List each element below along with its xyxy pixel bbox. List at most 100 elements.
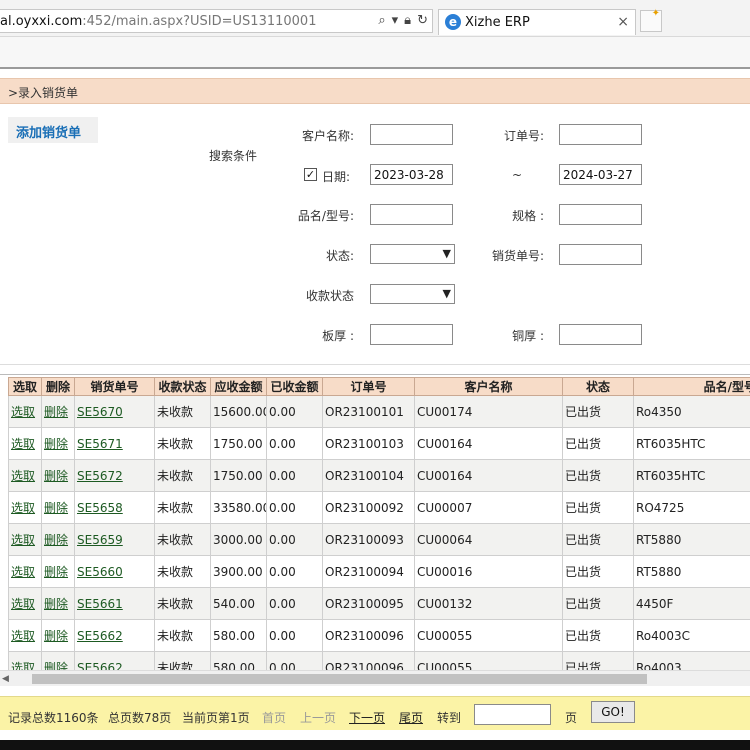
table-cell: CU00164 bbox=[414, 459, 563, 492]
select-link[interactable]: 选取 bbox=[11, 629, 35, 643]
spec-input[interactable] bbox=[559, 204, 642, 225]
sale-no-input[interactable] bbox=[559, 244, 642, 265]
column-header: 应收金额 bbox=[210, 377, 267, 396]
customer-input[interactable] bbox=[370, 124, 453, 145]
copper-input[interactable] bbox=[559, 324, 642, 345]
amount-due-cell: 580.00 bbox=[213, 660, 255, 671]
select-link[interactable]: 选取 bbox=[11, 501, 35, 515]
table-cell: 选取 bbox=[8, 427, 42, 460]
goto-label: 转到 bbox=[437, 711, 462, 725]
table-cell: OR23100093 bbox=[322, 523, 415, 556]
delete-link[interactable]: 删除 bbox=[44, 629, 68, 643]
sale-no-link[interactable]: SE5662 bbox=[77, 629, 123, 643]
status-cell: 已出货 bbox=[565, 405, 602, 419]
column-header: 品名/型号 bbox=[633, 377, 750, 396]
table-cell: 1750.00 bbox=[210, 459, 267, 492]
select-link[interactable]: 选取 bbox=[11, 405, 35, 419]
status-label: 状态: bbox=[325, 249, 354, 263]
table-cell: 0.00 bbox=[266, 427, 323, 460]
customer-cell: CU00064 bbox=[417, 532, 473, 547]
select-link[interactable]: 选取 bbox=[11, 437, 35, 451]
customer-cell: CU00164 bbox=[417, 468, 473, 483]
go-button[interactable]: GO! bbox=[591, 701, 635, 723]
address-bar[interactable]: al.oyxxi.com:452/main.aspx?USID=US131100… bbox=[0, 9, 433, 33]
record-total: 记录总数1160条 bbox=[8, 711, 99, 725]
table-cell: OR23100094 bbox=[322, 555, 415, 588]
delete-link[interactable]: 删除 bbox=[44, 469, 68, 483]
table-cell: 未收款 bbox=[154, 427, 211, 460]
last-page-link[interactable]: 尾页 bbox=[399, 709, 423, 726]
status-cell: 已出货 bbox=[565, 501, 602, 515]
table-cell: OR23100103 bbox=[322, 427, 415, 460]
table-cell: 已出货 bbox=[562, 395, 634, 428]
product-cell: 4450F bbox=[636, 596, 674, 611]
delete-link[interactable]: 删除 bbox=[44, 437, 68, 451]
select-link[interactable]: 选取 bbox=[11, 533, 35, 547]
table-cell: RT5880 bbox=[633, 523, 750, 556]
sales-table: 选取删除销货单号收款状态应收金额已收金额订单号客户名称状态品名/型号 选取删除S… bbox=[8, 377, 750, 670]
amount-received-cell: 0.00 bbox=[269, 564, 296, 579]
goto-page-input[interactable] bbox=[474, 704, 551, 725]
select-link[interactable]: 选取 bbox=[11, 565, 35, 579]
thickness-input[interactable] bbox=[370, 324, 453, 345]
add-sales-order-button[interactable]: 添加销货单 bbox=[8, 117, 98, 143]
pay-status-select[interactable]: ▼ bbox=[370, 284, 455, 304]
sale-no-link[interactable]: SE5661 bbox=[77, 597, 123, 611]
order-no-cell: OR23100095 bbox=[325, 596, 404, 611]
table-cell: 未收款 bbox=[154, 459, 211, 492]
table-cell: 15600.00 bbox=[210, 395, 267, 428]
table-row: 选取 删除 SE5662 未收款 580.00 0.00 OR23100096 CU00055… bbox=[8, 651, 750, 671]
delete-link[interactable]: 删除 bbox=[44, 405, 68, 419]
delete-link[interactable]: 删除 bbox=[44, 597, 68, 611]
table-cell: 选取 bbox=[8, 491, 42, 524]
amount-due-cell: 1750.00 bbox=[213, 468, 263, 483]
product-label: 品名/型号: bbox=[297, 209, 354, 223]
scrollbar-thumb[interactable] bbox=[32, 674, 647, 684]
table-cell: 删除 bbox=[41, 491, 75, 524]
sale-no-link[interactable]: SE5662 bbox=[77, 661, 123, 671]
table-cell: 0.00 bbox=[266, 651, 323, 670]
sale-no-link[interactable]: SE5670 bbox=[77, 405, 123, 419]
sale-no-link[interactable]: SE5659 bbox=[77, 533, 123, 547]
sale-no-link[interactable]: SE5660 bbox=[77, 565, 123, 579]
date-from-input[interactable] bbox=[370, 164, 453, 185]
delete-link[interactable]: 删除 bbox=[44, 533, 68, 547]
new-tab-button[interactable]: ✦ bbox=[640, 8, 662, 32]
close-icon[interactable]: × bbox=[617, 14, 629, 30]
order-input[interactable] bbox=[559, 124, 642, 145]
browser-chrome: al.oyxxi.com:452/main.aspx?USID=US131100… bbox=[0, 0, 750, 37]
table-cell: 未收款 bbox=[154, 651, 211, 670]
product-input[interactable] bbox=[370, 204, 453, 225]
status-select[interactable]: ▼ bbox=[370, 244, 455, 264]
table-cell: SE5662 bbox=[74, 651, 155, 671]
delete-link[interactable]: 删除 bbox=[44, 565, 68, 579]
address-host: al.oyxxi.com bbox=[0, 14, 83, 29]
refresh-icon[interactable]: ↻ bbox=[417, 12, 428, 30]
search-icon[interactable]: ⌕ bbox=[378, 12, 385, 30]
sale-no-link[interactable]: SE5672 bbox=[77, 469, 123, 483]
select-link[interactable]: 选取 bbox=[11, 597, 35, 611]
sale-no-link[interactable]: SE5671 bbox=[77, 437, 123, 451]
table-cell: CU00132 bbox=[414, 587, 563, 620]
select-link[interactable]: 选取 bbox=[11, 661, 35, 670]
amount-received-cell: 0.00 bbox=[269, 436, 296, 451]
delete-link[interactable]: 删除 bbox=[44, 501, 68, 515]
sale-no-link[interactable]: SE5658 bbox=[77, 501, 123, 515]
select-link[interactable]: 选取 bbox=[11, 469, 35, 483]
dropdown-icon[interactable]: ▾ bbox=[392, 12, 399, 30]
address-path: :452/main.aspx?USID=US13110001 bbox=[82, 14, 317, 29]
next-page-link[interactable]: 下一页 bbox=[349, 709, 385, 726]
date-to-input[interactable] bbox=[559, 164, 642, 185]
date-checkbox[interactable]: ✓ bbox=[304, 168, 317, 181]
ie-icon: e bbox=[445, 14, 461, 30]
delete-link[interactable]: 删除 bbox=[44, 661, 68, 670]
prev-page-link[interactable]: 上一页 bbox=[300, 709, 336, 726]
horizontal-scrollbar[interactable]: ◀ bbox=[0, 670, 750, 686]
browser-toolbar bbox=[0, 37, 750, 69]
order-no-cell: OR23100096 bbox=[325, 660, 404, 671]
first-page-link[interactable]: 首页 bbox=[262, 709, 286, 726]
scroll-left-icon[interactable]: ◀ bbox=[2, 674, 9, 684]
browser-tab[interactable]: e Xizhe ERP × bbox=[438, 9, 636, 35]
column-header: 订单号 bbox=[322, 377, 415, 396]
table-cell: SE5660 bbox=[74, 555, 155, 588]
